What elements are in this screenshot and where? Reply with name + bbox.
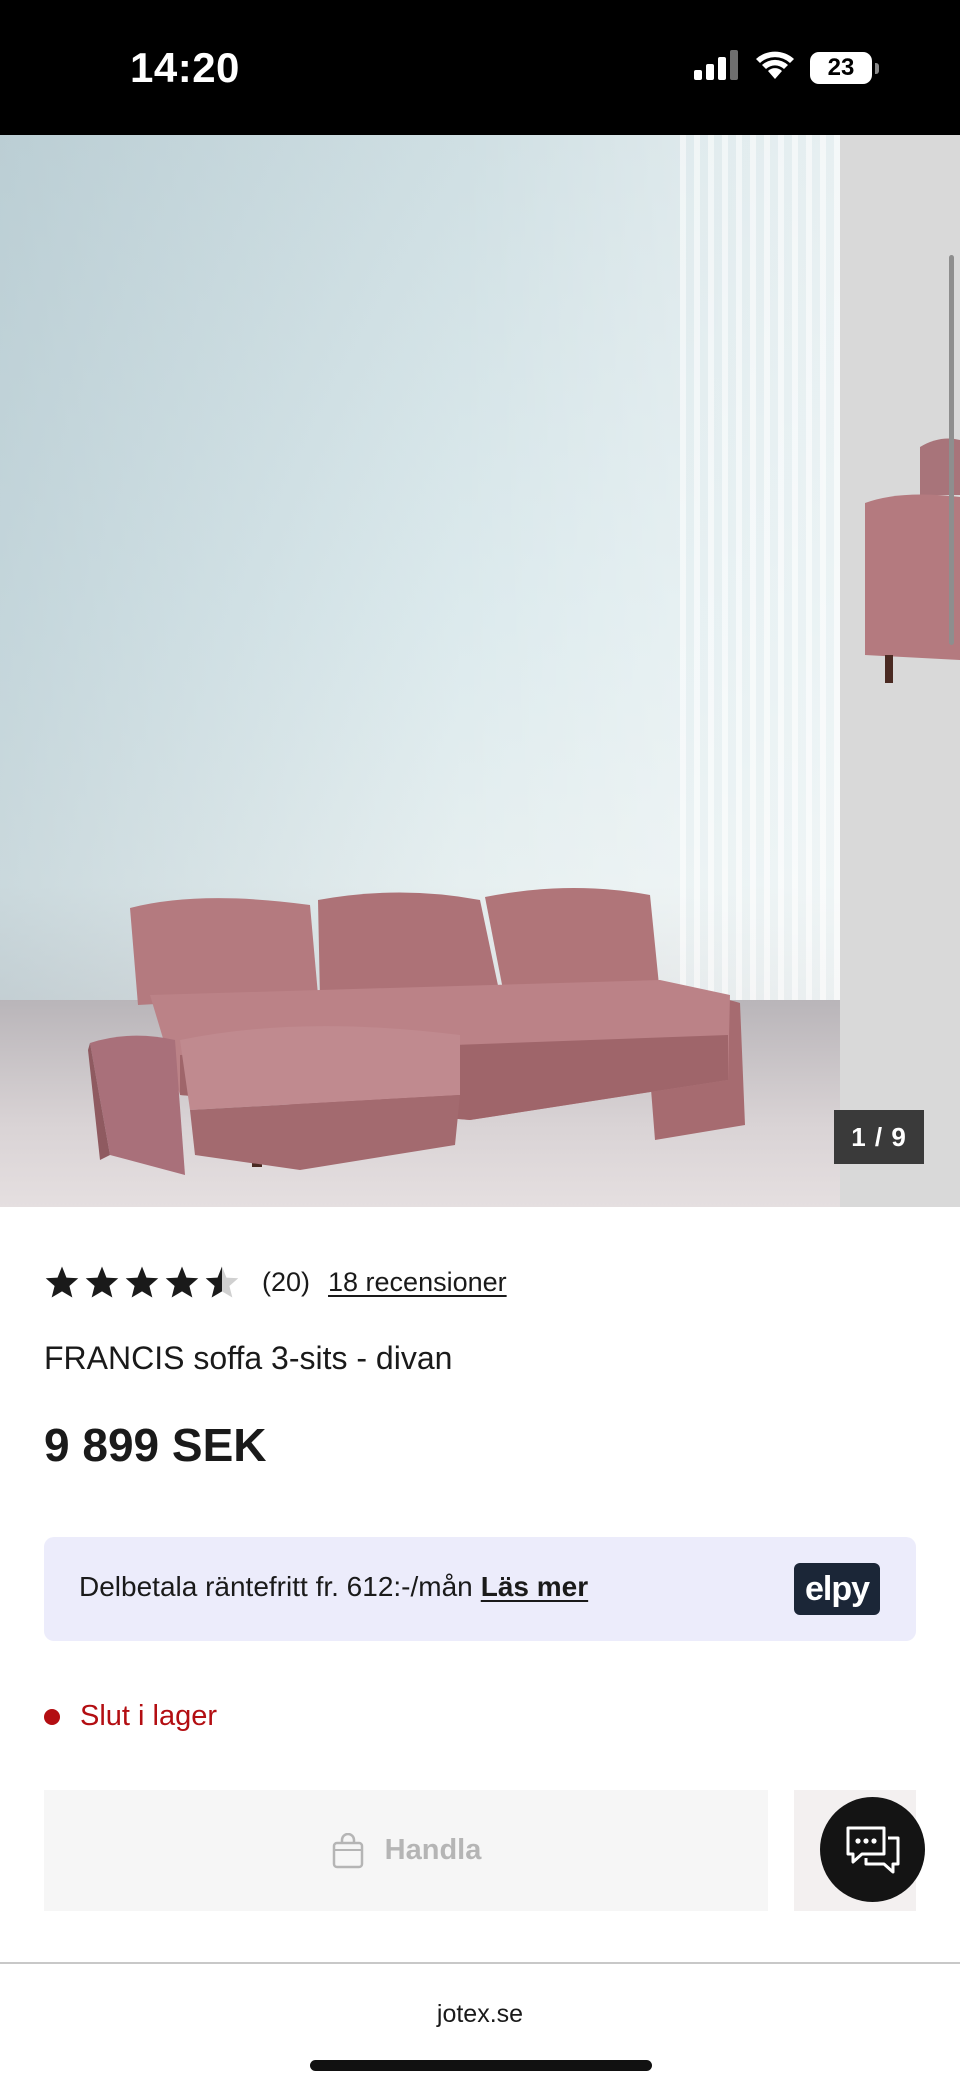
scroll-indicator (949, 255, 954, 645)
stock-status-text: Slut i lager (80, 1700, 218, 1732)
financing-text-row: Delbetala räntefritt fr. 612:-/mån Läs me… (79, 1571, 588, 1603)
image-counter: 1 / 9 (834, 1110, 924, 1164)
divider (0, 1962, 960, 1964)
browser-bottom-bar: jotex.se (0, 1972, 960, 2086)
product-title: FRANCIS soffa 3-sits - divan (44, 1340, 453, 1376)
stock-status: Slut i lager (44, 1700, 217, 1733)
star-icon (85, 1266, 119, 1298)
chat-button[interactable] (820, 1797, 925, 1902)
financing-read-more-link[interactable]: Läs mer (481, 1571, 588, 1602)
signal-icon (694, 50, 740, 85)
financing-banner[interactable]: Delbetala räntefritt fr. 612:-/mån Läs me… (44, 1537, 916, 1641)
status-bar: 14:20 23 (0, 0, 960, 135)
url-label[interactable]: jotex.se (0, 2000, 960, 2029)
product-price: 9 899 SEK (44, 1419, 267, 1471)
financing-text: Delbetala räntefritt fr. 612:-/mån (79, 1571, 473, 1602)
battery-icon: 23 (810, 51, 879, 84)
status-icons: 23 (694, 50, 879, 85)
sofa-illustration-next (865, 438, 960, 683)
wifi-icon (754, 50, 796, 85)
next-product-image-preview[interactable] (840, 135, 960, 1207)
half-star-icon (205, 1266, 239, 1298)
shopping-bag-icon (331, 1832, 365, 1869)
star-rating (44, 1265, 240, 1299)
reviews-link[interactable]: 18 recensioner (328, 1267, 507, 1298)
status-time: 14:20 (130, 44, 240, 91)
home-indicator[interactable] (310, 2060, 652, 2071)
stock-status-dot (44, 1708, 60, 1725)
sofa-illustration (88, 887, 745, 1175)
elpy-logo: elpy (794, 1563, 880, 1615)
star-icon (165, 1266, 199, 1298)
buy-button-label: Handla (384, 1834, 482, 1866)
chat-bubbles-icon (846, 1826, 899, 1873)
rating-count: (20) (262, 1266, 311, 1297)
buy-button[interactable]: Handla (44, 1790, 768, 1911)
star-icon (125, 1266, 159, 1298)
product-image-gallery[interactable]: 1 / 9 (0, 135, 960, 1207)
product-image[interactable] (0, 135, 840, 1207)
star-icon (45, 1266, 79, 1298)
rating-row: (20) 18 recensioner (44, 1262, 507, 1302)
